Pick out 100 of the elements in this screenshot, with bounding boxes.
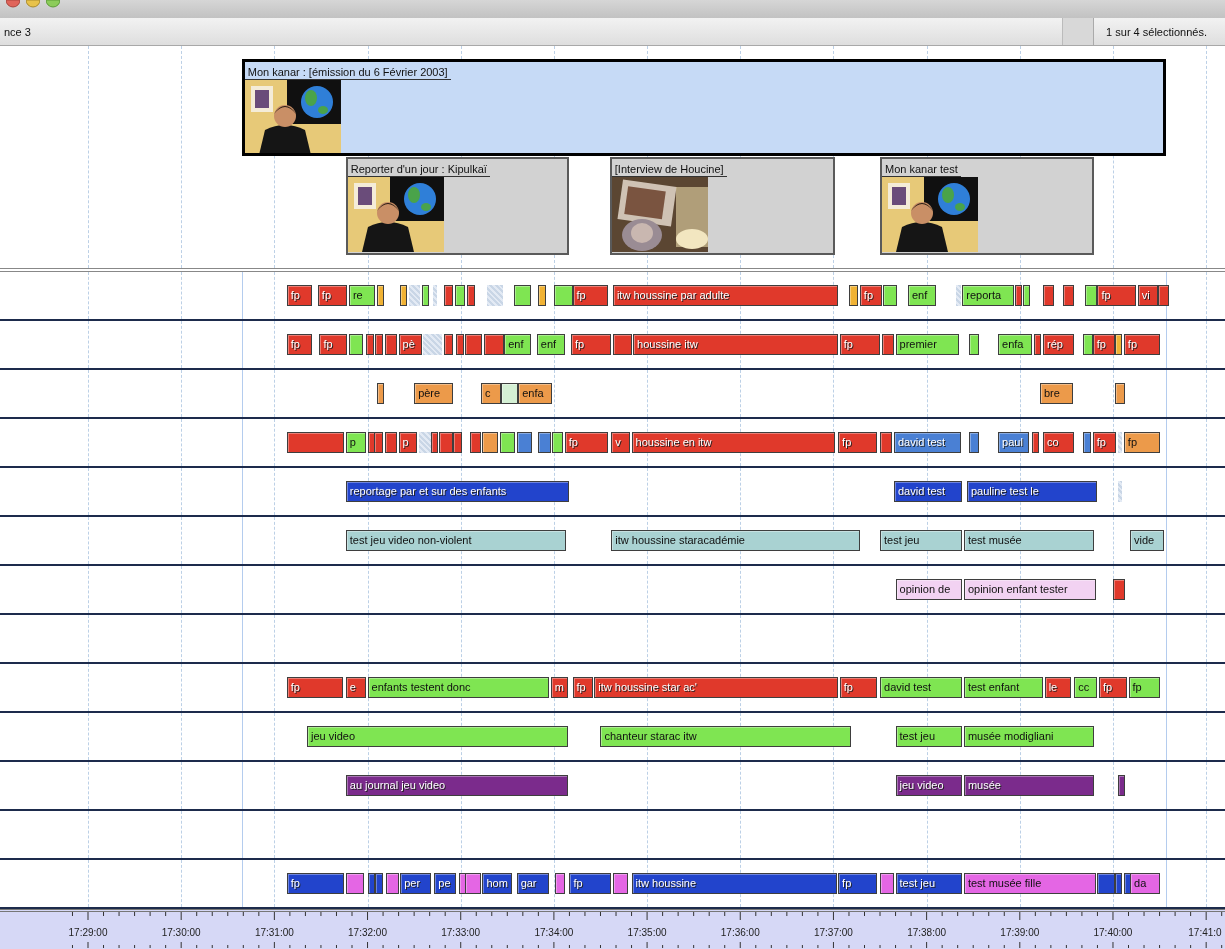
timeline-clip[interactable]: fp [838,873,877,894]
timeline-clip[interactable]: jeu video [895,775,963,796]
timeline-clip[interactable] [482,432,498,453]
timeline-clip[interactable] [366,334,374,355]
timeline-clip[interactable] [386,873,399,894]
ghost-clip[interactable] [1117,481,1123,502]
video-clip[interactable]: Mon kanar : [émission du 6 Février 2003] [241,59,1166,156]
timeline-clip[interactable]: per [400,873,432,894]
timeline-clip[interactable] [376,383,384,404]
timeline-clip[interactable]: bre [1040,383,1073,404]
timeline-clip[interactable] [1033,334,1041,355]
timeline-clip[interactable]: fp [569,873,612,894]
timeline-clip[interactable]: itw houssine star ac' [594,677,839,698]
timeline-clip[interactable]: fp [286,334,312,355]
timeline-clip[interactable]: m [550,677,568,698]
timeline-clip[interactable]: enf [536,334,565,355]
timeline-clip[interactable] [431,432,439,453]
timeline-clip[interactable] [1114,383,1126,404]
timeline-clip[interactable]: test musée [963,530,1095,551]
timeline-clip[interactable]: au journal jeu video [345,775,568,796]
timeline-clip[interactable]: fp [564,432,609,453]
timeline-clip[interactable] [968,334,980,355]
timeline-clip[interactable]: david test [894,481,963,502]
timeline-clip[interactable]: reporta [962,285,1014,306]
video-clip[interactable]: Reporter d'un jour : Kipulkaï [345,157,570,255]
timeline-clip[interactable]: musée modigliani [963,726,1095,747]
timeline-clip[interactable] [881,334,894,355]
timeline-clip[interactable] [516,432,533,453]
timeline-clip[interactable]: itw houssine staracadémie [611,530,860,551]
timeline-clip[interactable] [1083,432,1092,453]
timeline-clip[interactable]: fp [570,334,612,355]
timeline-clip[interactable]: cc [1074,677,1098,698]
timeline-clip[interactable]: fp [319,334,348,355]
timeline-clip[interactable]: test jeu [880,530,963,551]
timeline-clip[interactable]: rép [1043,334,1075,355]
timeline-clip[interactable]: le [1044,677,1072,698]
timeline-clip[interactable] [501,383,519,404]
timeline-clip[interactable] [375,334,384,355]
timeline-clip[interactable]: fp [286,873,345,894]
timeline-clip[interactable]: david test [894,432,961,453]
timeline-clip[interactable]: test jeu [895,873,963,894]
timeline-clip[interactable] [452,432,463,453]
timeline-clip[interactable]: houssine itw [633,334,839,355]
timeline-clip[interactable] [968,432,980,453]
timeline-clip[interactable]: vi [1137,285,1158,306]
ghost-clip[interactable] [423,334,443,355]
timeline-clip[interactable] [553,285,573,306]
timeline-clip[interactable]: fp [1123,334,1160,355]
timeline-clip[interactable]: fp [1092,334,1115,355]
timeline-clip[interactable]: fp [1128,677,1160,698]
timeline-clip[interactable] [421,285,429,306]
timeline-clip[interactable] [1022,285,1030,306]
timeline-clip[interactable]: v [611,432,630,453]
timeline-clip[interactable] [384,334,398,355]
timeline-clip[interactable]: gar [516,873,550,894]
timeline-clip[interactable]: fp [839,677,877,698]
timeline-clip[interactable]: enfa [998,334,1033,355]
timeline-clip[interactable]: p [398,432,418,453]
timeline-clip[interactable]: fp [572,285,609,306]
timeline-clip[interactable]: itw houssine [631,873,837,894]
timeline-clip[interactable] [1114,334,1123,355]
timeline-clip[interactable]: da [1130,873,1160,894]
timeline-clip[interactable] [1015,285,1023,306]
timeline-clip[interactable]: fp [1092,432,1117,453]
timeline-clip[interactable]: p [345,432,366,453]
ghost-clip[interactable] [409,285,421,306]
ghost-clip[interactable] [432,285,438,306]
timeline-clip[interactable]: test jeu [895,726,963,747]
timeline-clip[interactable]: jeu video [306,726,568,747]
timeline-clip[interactable] [880,432,893,453]
timeline-clip[interactable] [454,285,466,306]
timeline-clip[interactable] [538,285,547,306]
timeline-clip[interactable] [538,432,551,453]
timeline-clip[interactable]: chanteur starac itw [600,726,851,747]
timeline-clip[interactable] [373,432,384,453]
timeline-clip[interactable] [555,873,565,894]
timeline-clip[interactable] [883,285,898,306]
timeline-clip[interactable] [1114,873,1123,894]
timeline-clip[interactable] [470,432,481,453]
ghost-clip[interactable] [418,432,432,453]
timeline-clip[interactable]: musée [963,775,1095,796]
timeline-clip[interactable] [438,432,453,453]
timeline-clip[interactable]: fp [859,285,882,306]
timeline-clip[interactable] [376,285,384,306]
timeline-clip[interactable]: enfa [518,383,553,404]
timeline-clip[interactable]: re [348,285,376,306]
timeline-clip[interactable] [367,873,375,894]
timeline-clip[interactable]: david test [880,677,963,698]
video-clip[interactable]: [Interview de Houcine] [609,157,835,255]
timeline-clip[interactable]: premier [895,334,960,355]
timeline-clip[interactable]: reportage par et sur des enfants [345,481,570,502]
timeline-clip[interactable]: paul [998,432,1030,453]
timeline-clip[interactable] [552,432,564,453]
timeline-clip[interactable]: vide [1130,530,1165,551]
timeline-clip[interactable] [348,334,363,355]
timeline-clip[interactable] [443,285,453,306]
timeline-clip[interactable]: fp [838,432,877,453]
timeline-clip[interactable]: pauline test le [967,481,1098,502]
timeline-clip[interactable]: opinion de [895,579,963,600]
timeline-clip[interactable]: fp [1097,285,1137,306]
